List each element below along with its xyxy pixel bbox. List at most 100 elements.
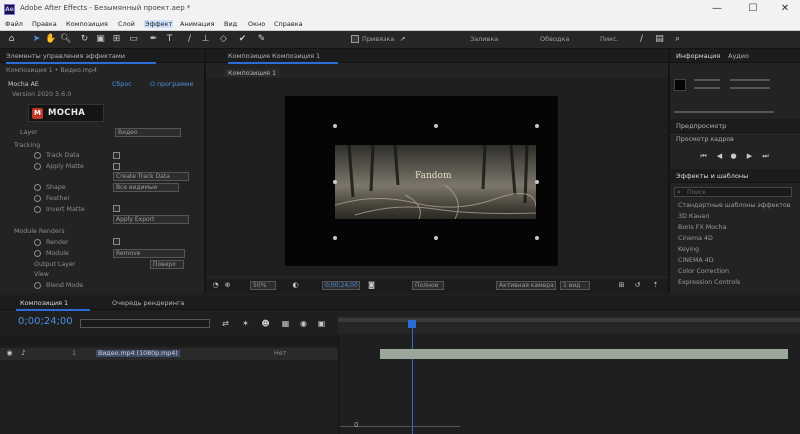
effects-search-input[interactable]: ⌕ Поиск — [674, 187, 792, 197]
last-frame-icon[interactable]: ⏭ — [760, 151, 771, 162]
draft-3d-icon[interactable]: ✶ — [240, 318, 251, 329]
transform-handle[interactable] — [333, 180, 337, 184]
snapping-options-icon[interactable]: ↗ — [400, 35, 405, 43]
menu-file[interactable]: Файл — [5, 20, 23, 28]
always-preview-icon[interactable]: ◔ — [210, 280, 221, 291]
viewer-timecode[interactable]: 0;00;24;00 — [322, 281, 360, 290]
effect-controls-tab[interactable]: Элементы управления эффектами — [6, 52, 125, 60]
playhead-handle[interactable] — [408, 320, 416, 328]
apply-export-button[interactable]: Apply Export — [113, 215, 189, 224]
reset-exposure-icon[interactable]: ↺ — [632, 280, 643, 291]
puppet-pin-icon[interactable]: ✎ — [256, 34, 267, 45]
view-dropdown[interactable]: Поверх — [150, 260, 184, 269]
transform-handle[interactable] — [434, 124, 438, 128]
effects-presets-tab[interactable]: Эффекты и шаблоны — [676, 172, 748, 180]
effect-category[interactable]: Стандартные шаблоны эффектов — [678, 202, 791, 209]
menu-composition[interactable]: Композиция — [66, 20, 108, 28]
stopwatch-icon[interactable] — [34, 282, 41, 289]
camera-snapshot-icon[interactable]: ◙ — [366, 280, 377, 291]
flowchart-icon[interactable]: ⇡ — [650, 280, 661, 291]
shape-dropdown[interactable]: Все видимые — [113, 183, 179, 192]
stopwatch-icon[interactable] — [34, 250, 41, 257]
comp-mini-flowchart-icon[interactable]: ⇄ — [220, 318, 231, 329]
create-track-data-button[interactable]: Create Track Data — [113, 172, 189, 181]
mocha-button[interactable]: M MOCHA — [28, 104, 104, 122]
camera-dropdown[interactable]: Активная камера — [496, 281, 556, 290]
module-renders-group-label[interactable]: Module Renders — [14, 228, 65, 235]
clone-stamp-icon[interactable]: ⊥ — [200, 34, 211, 45]
audio-tab[interactable]: Аудио — [728, 52, 749, 60]
audio-icon[interactable]: ♪ — [18, 348, 29, 359]
reset-link[interactable]: Сброс — [112, 81, 132, 88]
effect-category[interactable]: Expression Controls — [678, 279, 740, 286]
render-queue-tab[interactable]: Очередь рендеринга — [112, 299, 184, 307]
prev-frame-icon[interactable]: ◀ — [714, 151, 725, 162]
brush-tool-icon[interactable]: / — [184, 34, 195, 45]
about-link[interactable]: О программе — [150, 81, 193, 88]
timeline-timecode[interactable]: 0;00;24;00 — [18, 316, 73, 327]
close-button[interactable]: ✕ — [774, 2, 796, 16]
pan-behind-icon[interactable]: ⊞ — [111, 34, 122, 45]
mask-tool-icon[interactable]: ▭ — [128, 34, 139, 45]
effect-category[interactable]: Color Correction — [678, 268, 729, 275]
timeline-tab[interactable]: Композиция 1 — [20, 299, 68, 307]
play-icon[interactable]: ● — [728, 151, 739, 162]
menu-edit[interactable]: Правка — [32, 20, 57, 28]
home-icon[interactable]: ⌂ — [6, 34, 17, 45]
preview-tab[interactable]: Предпросмотр — [676, 122, 726, 130]
footage-layer[interactable]: Fandom — [335, 145, 536, 219]
stopwatch-icon[interactable] — [34, 239, 41, 246]
graph-editor-icon[interactable]: ▣ — [316, 318, 327, 329]
menu-animation[interactable]: Анимация — [180, 20, 214, 28]
magnify-icon[interactable]: ⊕ — [222, 280, 233, 291]
layer-parent[interactable]: Нет — [274, 350, 286, 357]
selection-tool-icon[interactable]: ➤ — [31, 34, 42, 45]
composition-tab[interactable]: Композиция Композиция 1 — [228, 52, 320, 60]
views-dropdown[interactable]: 1 вид — [560, 281, 590, 290]
shy-layers-icon[interactable]: ☻ — [260, 318, 271, 329]
zoom-dropdown[interactable]: 50% — [250, 281, 276, 290]
menu-layer[interactable]: Слой — [118, 20, 135, 28]
layer-name[interactable]: Видео.mp4 (1080р.mp4) — [96, 350, 180, 357]
effect-category[interactable]: Boris FX Mocha — [678, 224, 726, 231]
minimize-button[interactable]: — — [706, 2, 728, 16]
first-frame-icon[interactable]: ⏮ — [698, 151, 709, 162]
transform-handle[interactable] — [535, 124, 539, 128]
type-tool-icon[interactable]: T — [164, 34, 175, 45]
menu-view[interactable]: Вид — [224, 20, 237, 28]
next-frame-icon[interactable]: ▶ — [744, 151, 755, 162]
timeline-search-input[interactable] — [80, 319, 210, 328]
effect-category[interactable]: Keying — [678, 246, 699, 253]
toolbar-brush-icon[interactable]: / — [636, 34, 647, 45]
layer-duration-bar[interactable] — [380, 349, 788, 359]
roto-brush-icon[interactable]: ✔ — [237, 34, 248, 45]
stopwatch-icon[interactable] — [34, 195, 41, 202]
transform-handle[interactable] — [535, 180, 539, 184]
apply-matte-checkbox[interactable] — [113, 163, 120, 170]
visibility-eye-icon[interactable]: ◉ — [4, 348, 15, 359]
stopwatch-icon[interactable] — [34, 152, 41, 159]
eraser-tool-icon[interactable]: ◇ — [218, 34, 229, 45]
transform-handle[interactable] — [535, 236, 539, 240]
fill-label[interactable]: Заливка — [470, 35, 498, 43]
layer-dropdown[interactable]: Видео — [115, 128, 181, 137]
frame-blending-icon[interactable]: ▦ — [280, 318, 291, 329]
timeline-zoom-slider[interactable]: 0 — [340, 421, 460, 430]
effect-category[interactable]: CINEMA 4D — [678, 257, 714, 264]
render-checkbox[interactable] — [113, 238, 120, 245]
menu-effect[interactable]: Эффект — [144, 20, 174, 28]
composition-subtab[interactable]: Композиция 1 — [224, 69, 281, 77]
transform-handle[interactable] — [333, 124, 337, 128]
track-data-checkbox[interactable] — [113, 152, 120, 159]
menu-window[interactable]: Окно — [248, 20, 265, 28]
menu-help[interactable]: Справка — [274, 20, 303, 28]
zoom-tool-icon[interactable]: 🔍︎ — [60, 34, 71, 45]
pen-tool-icon[interactable]: ✒ — [148, 34, 159, 45]
info-tab[interactable]: Информация — [676, 52, 720, 60]
maximize-button[interactable]: ☐ — [742, 2, 764, 16]
tracking-group-label[interactable]: Tracking — [14, 142, 40, 149]
quality-dropdown[interactable]: Полное — [412, 281, 444, 290]
effect-name[interactable]: Mocha AE — [8, 81, 39, 88]
transform-handle[interactable] — [434, 236, 438, 240]
transform-handle[interactable] — [333, 236, 337, 240]
